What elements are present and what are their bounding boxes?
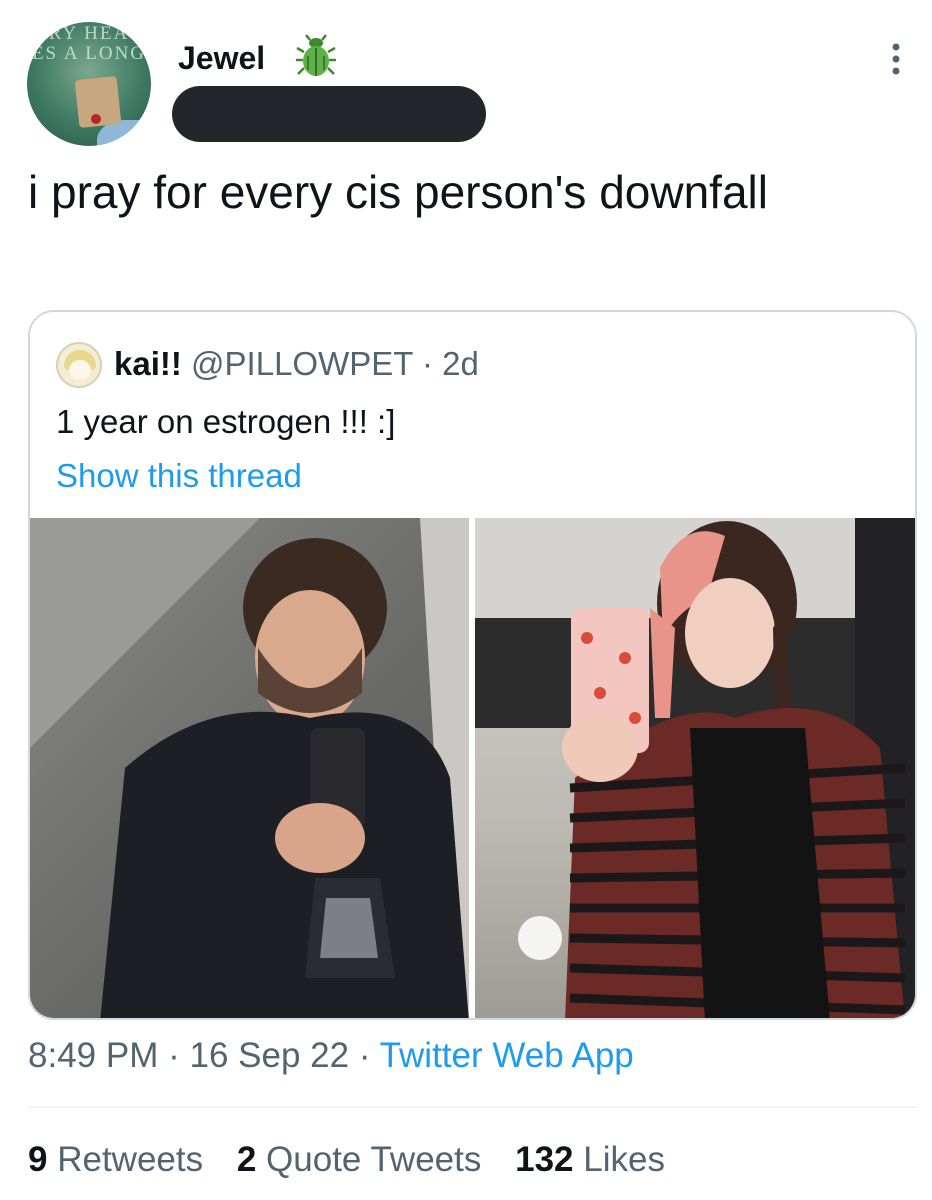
redacted-handle [172, 86, 486, 142]
after-photo[interactable] [475, 518, 915, 1018]
avatar-overlay-text: RY HEA ES A LONG [31, 23, 147, 64]
author-avatar[interactable]: RY HEA ES A LONG [27, 22, 151, 146]
tweet-timestamp: 8:49 PM · 16 Sep 22 · Twitter Web App [28, 1034, 634, 1078]
divider [28, 1106, 917, 1108]
quoted-age[interactable]: 2d [442, 345, 479, 382]
quoted-tweet-meta: kai!! @PILLOWPET · 2d [114, 342, 479, 386]
author-display-name[interactable]: Jewel [178, 40, 265, 76]
meta-separator: · [168, 1036, 180, 1075]
beetle-icon [296, 34, 336, 76]
tweet-header: RY HEA ES A LONG Jewel [0, 0, 932, 150]
quoted-handle[interactable]: @PILLOWPET [191, 345, 413, 382]
likes-label: Likes [583, 1140, 665, 1179]
tweet-date[interactable]: 16 Sep 22 [189, 1036, 349, 1075]
quoted-separator: · [422, 345, 433, 382]
before-photo[interactable] [30, 518, 469, 1018]
likes-count: 132 [515, 1140, 574, 1179]
likes-stat[interactable]: 132 Likes [515, 1140, 665, 1179]
quoted-author-avatar[interactable] [56, 342, 102, 388]
retweets-stat[interactable]: 9 Retweets [28, 1140, 203, 1179]
more-options-icon[interactable] [886, 42, 906, 76]
retweets-count: 9 [28, 1140, 48, 1179]
quoted-media[interactable] [30, 518, 915, 1018]
tweet-source-link[interactable]: Twitter Web App [380, 1036, 634, 1075]
quoted-display-name[interactable]: kai!! [114, 345, 182, 382]
quoted-tweet-text: 1 year on estrogen !!! :] [56, 403, 396, 440]
quoted-tweet[interactable]: kai!! @PILLOWPET · 2d 1 year on estrogen… [28, 310, 917, 1020]
show-thread-link[interactable]: Show this thread [56, 454, 302, 498]
meta-separator: · [358, 1036, 371, 1075]
tweet-text: i pray for every cis person's downfall [28, 166, 768, 218]
tweet-stats: 9 Retweets 2 Quote Tweets 132 Likes [28, 1138, 689, 1182]
quotes-count: 2 [236, 1140, 257, 1179]
quote-tweets-stat[interactable]: 2 Quote Tweets [237, 1140, 482, 1179]
retweets-label: Retweets [57, 1140, 204, 1179]
tweet-time[interactable]: 8:49 PM [28, 1036, 158, 1075]
quotes-label: Quote Tweets [266, 1140, 482, 1179]
